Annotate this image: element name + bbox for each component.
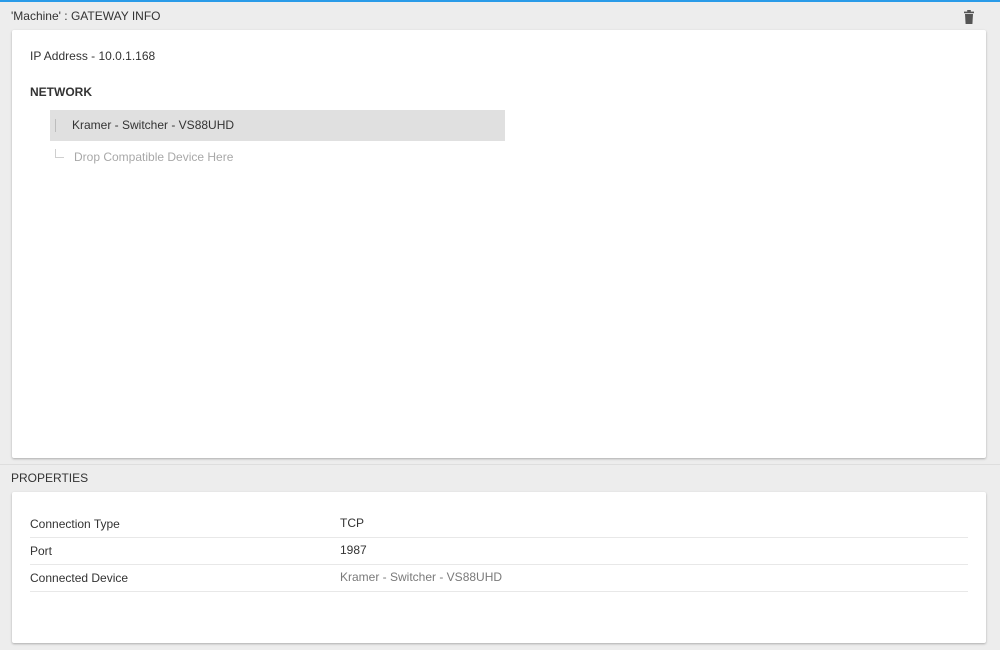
property-row-port: Port 1987: [30, 538, 968, 565]
trash-icon[interactable]: [964, 10, 974, 24]
properties-card: Connection Type TCP Port 1987 Connected …: [12, 492, 986, 643]
gateway-info-card: IP Address - 10.0.1.168 NETWORK Kramer -…: [12, 30, 986, 458]
property-row-connection-type: Connection Type TCP: [30, 511, 968, 538]
gateway-info-header: 'Machine' : GATEWAY INFO: [0, 2, 1000, 30]
network-device-label: Kramer - Switcher - VS88UHD: [72, 118, 235, 132]
property-row-connected-device: Connected Device Kramer - Switcher - VS8…: [30, 565, 968, 592]
ip-address-text: IP Address - 10.0.1.168: [30, 49, 156, 63]
property-key: Connection Type: [30, 517, 120, 531]
property-key: Connected Device: [30, 571, 129, 585]
property-value: Kramer - Switcher - VS88UHD: [340, 570, 503, 584]
properties-title: PROPERTIES: [11, 471, 89, 485]
properties-header: PROPERTIES: [0, 465, 1000, 492]
device-drop-zone[interactable]: Drop Compatible Device Here: [50, 144, 505, 170]
network-heading: NETWORK: [30, 85, 92, 99]
drop-zone-label: Drop Compatible Device Here: [74, 150, 234, 164]
tree-connector-line: [55, 119, 56, 132]
property-value: TCP: [340, 516, 364, 530]
property-key: Port: [30, 544, 53, 558]
network-device-item[interactable]: Kramer - Switcher - VS88UHD: [50, 110, 505, 141]
gateway-info-title: 'Machine' : GATEWAY INFO: [11, 9, 161, 23]
tree-elbow-connector: [55, 149, 64, 158]
property-value: 1987: [340, 543, 367, 557]
